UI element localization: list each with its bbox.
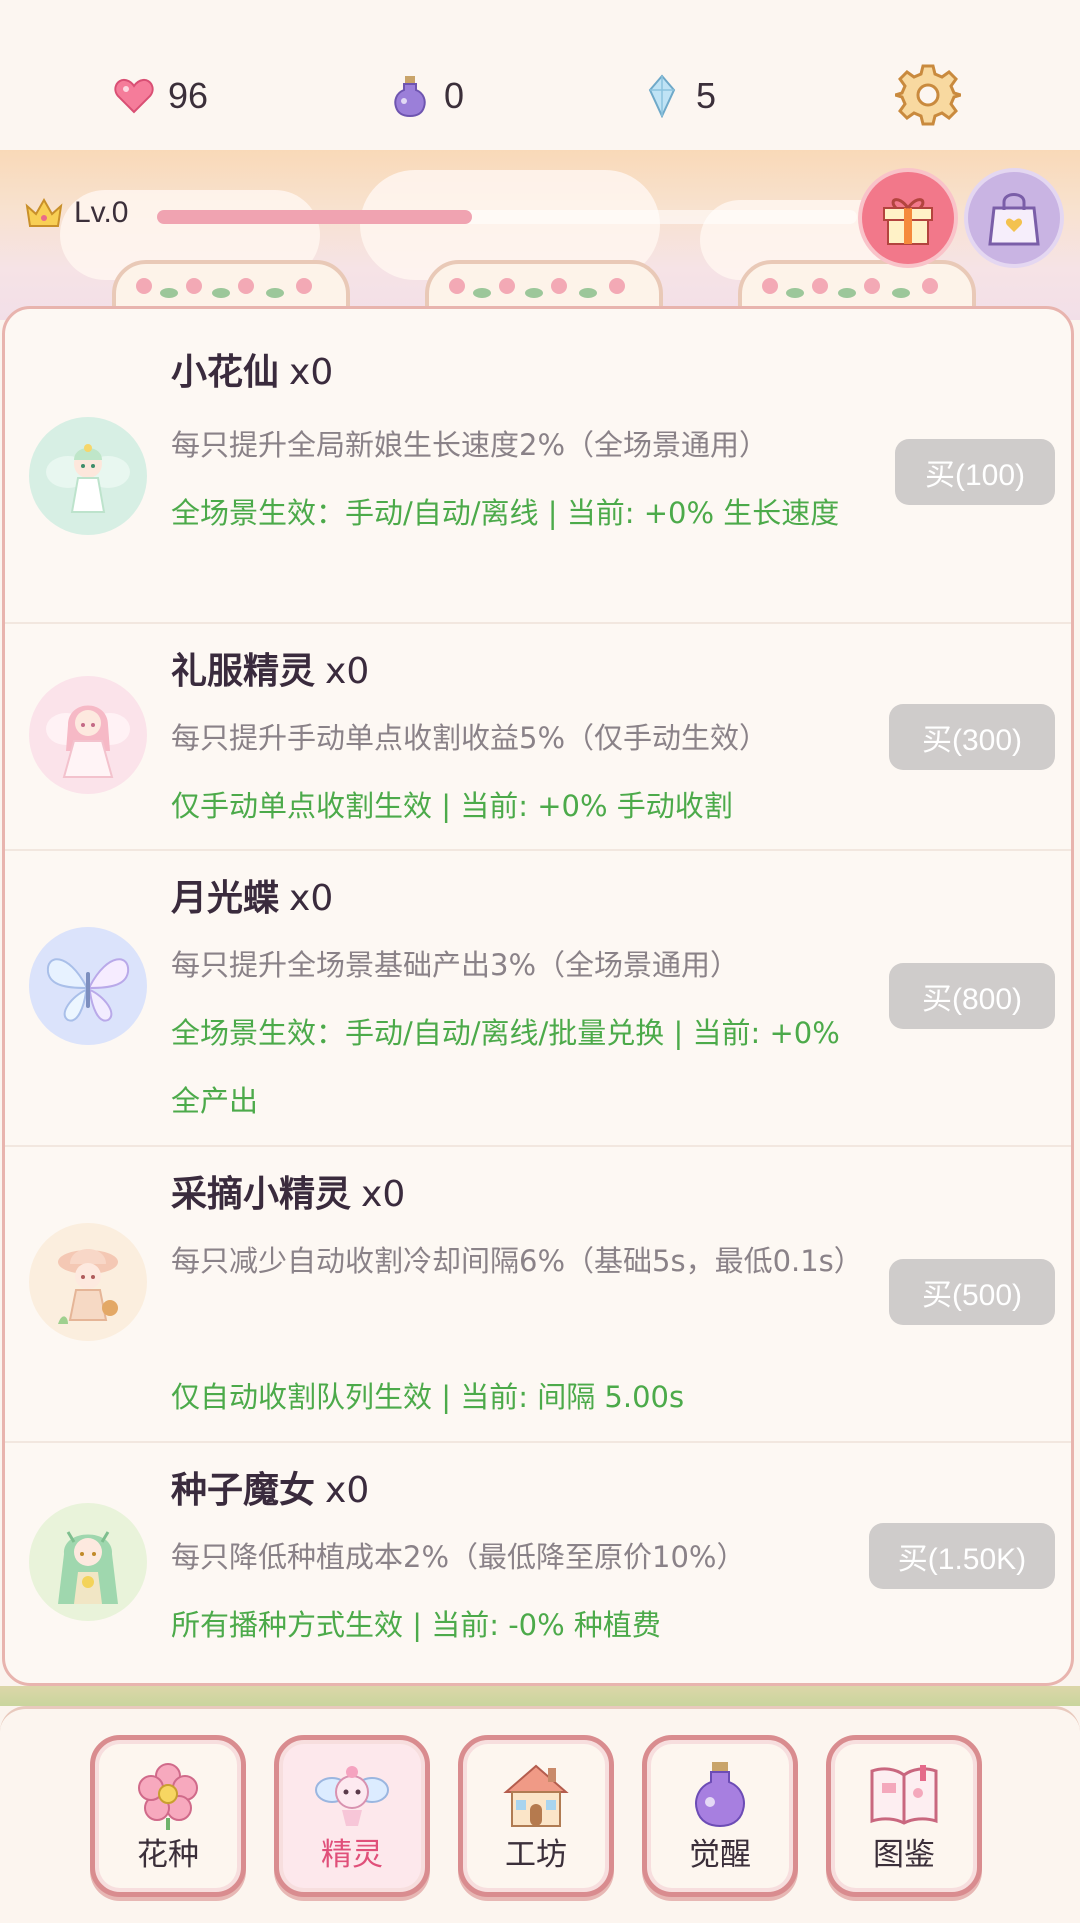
sprite-effect: 全场景生效：手动/自动/离线/批量兑换 | 当前: +0% 全产出 (171, 1016, 840, 1118)
sprite-row-seed-witch: 种子魔女 x0 每只降低种植成本2%（最低降至原价10%） 所有播种方式生效 | … (5, 1441, 1071, 1683)
crystals-value: 5 (696, 75, 717, 116)
sprite-shop-panel: 小花仙 x0 每只提升全局新娘生长速度2%（全场景通用） 全场景生效：手动/自动/… (2, 306, 1074, 1686)
level-indicator: Lv.0 (24, 196, 128, 230)
crystals-counter: 5 (640, 68, 716, 124)
fairy-icon (279, 1758, 425, 1832)
tab-label: 花种 (137, 1837, 199, 1873)
tab-sprites[interactable]: 精灵 (274, 1735, 430, 1897)
shop-bag-button[interactable] (968, 172, 1060, 264)
sprite-description: 每只降低种植成本2%（最低降至原价10%） (171, 1540, 746, 1574)
picking-sprite-avatar (29, 1223, 147, 1341)
tab-awaken[interactable]: 觉醒 (642, 1735, 798, 1897)
sprite-description: 每只减少自动收割冷却间隔6%（基础5s，最低0.1s） (171, 1244, 863, 1278)
bottom-nav: 花种 精灵 工坊 觉醒 图鉴 (0, 1706, 1080, 1923)
flower-icon (95, 1758, 241, 1832)
buy-button[interactable]: 买(100) (895, 439, 1055, 505)
book-icon (831, 1758, 977, 1832)
sprite-name: 小花仙 x0 (171, 352, 334, 393)
seed-witch-avatar (29, 1503, 147, 1621)
level-progress-fill (157, 210, 472, 224)
sprite-count: x0 (361, 1174, 406, 1215)
shopping-bag-icon (988, 193, 1040, 246)
sprite-row-picking-sprite: 采摘小精灵 x0 每只减少自动收割冷却间隔6%（基础5s，最低0.1s） 仅自动收… (5, 1145, 1071, 1443)
tab-flower-seeds[interactable]: 花种 (90, 1735, 246, 1897)
buy-button[interactable]: 买(1.50K) (869, 1523, 1055, 1589)
sprite-row-dress-sprite: 礼服精灵 x0 每只提升手动单点收割收益5%（仅手动生效） 仅手动单点收割生效 |… (5, 622, 1071, 851)
sprite-description: 每只提升手动单点收割收益5%（仅手动生效） (171, 721, 769, 755)
sprite-count: x0 (325, 651, 370, 692)
tab-collection[interactable]: 图鉴 (826, 1735, 982, 1897)
heart-icon (112, 74, 156, 118)
sprite-name: 种子魔女 x0 (171, 1470, 370, 1511)
sprite-count: x0 (289, 352, 334, 393)
level-progress-bar (157, 210, 857, 224)
sprite-description: 每只提升全局新娘生长速度2%（全场景通用） (171, 428, 769, 462)
potions-value: 0 (444, 75, 465, 116)
hearts-counter: 96 (112, 68, 208, 124)
hearts-value: 96 (168, 75, 209, 116)
sprite-name: 采摘小精灵 x0 (171, 1174, 406, 1215)
house-icon (463, 1758, 609, 1832)
sprite-effect: 全场景生效：手动/自动/离线 | 当前: +0% 生长速度 (171, 496, 840, 530)
sprite-count: x0 (289, 878, 334, 919)
grass-strip (0, 1686, 1080, 1706)
dress-sprite-avatar (29, 676, 147, 794)
tab-workshop[interactable]: 工坊 (458, 1735, 614, 1897)
buy-button[interactable]: 买(300) (889, 704, 1055, 770)
tab-label: 工坊 (505, 1837, 567, 1873)
tab-label: 觉醒 (689, 1837, 751, 1873)
settings-button[interactable] (889, 62, 967, 128)
potion-icon (647, 1758, 793, 1832)
sprite-name: 月光蝶 x0 (171, 878, 334, 919)
potions-counter: 0 (388, 68, 464, 124)
sprite-effect: 仅手动单点收割生效 | 当前: +0% 手动收割 (171, 789, 733, 823)
sprite-effect: 仅自动收割队列生效 | 当前: 间隔 5.00s (171, 1380, 685, 1414)
buy-button[interactable]: 买(500) (889, 1259, 1055, 1325)
crown-icon (25, 197, 63, 227)
resource-bar: 96 0 5 (0, 0, 1080, 150)
sprite-name: 礼服精灵 x0 (171, 651, 370, 692)
sprite-description: 每只提升全场景基础产出3%（全场景通用） (171, 948, 740, 982)
sprite-count: x0 (325, 1470, 370, 1511)
moonlight-butterfly-avatar (29, 927, 147, 1045)
gift-icon (883, 198, 933, 245)
crystal-icon (640, 74, 684, 118)
sprite-row-flower-fairy: 小花仙 x0 每只提升全局新娘生长速度2%（全场景通用） 全场景生效：手动/自动/… (5, 309, 1071, 624)
sprite-row-moonlight-butterfly: 月光蝶 x0 每只提升全场景基础产出3%（全场景通用） 全场景生效：手动/自动/离… (5, 849, 1071, 1147)
level-label: Lv.0 (74, 196, 129, 229)
tab-label: 图鉴 (873, 1837, 935, 1873)
sprite-effect: 所有播种方式生效 | 当前: -0% 种植费 (171, 1608, 661, 1642)
tab-label: 精灵 (321, 1837, 383, 1873)
gear-icon (889, 64, 967, 126)
buy-button[interactable]: 买(800) (889, 963, 1055, 1029)
flower-fairy-avatar (29, 417, 147, 535)
gift-button[interactable] (862, 172, 954, 264)
potion-icon (388, 74, 432, 118)
